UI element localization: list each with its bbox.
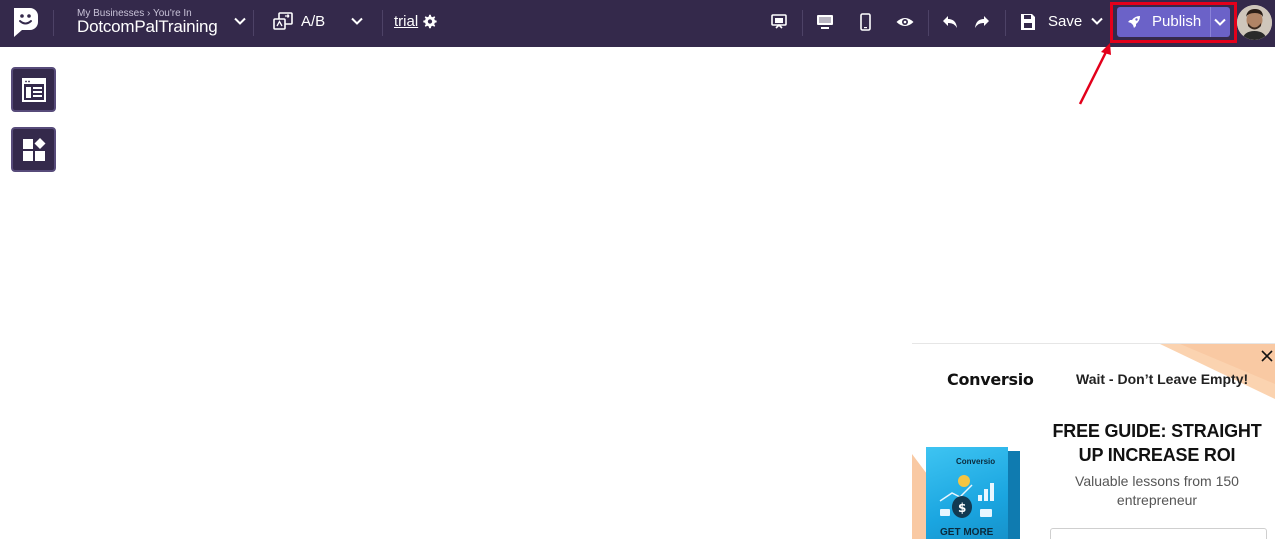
save-button[interactable]: Save [1048,13,1082,30]
desktop-icon[interactable] [814,11,836,33]
money-growth-icon: $ [939,475,994,518]
chevron-down-icon[interactable] [1213,15,1227,29]
page-name-link[interactable]: trial [394,13,418,30]
sections-tool-button[interactable] [11,67,56,112]
book-spine [1008,451,1020,539]
mobile-icon[interactable] [854,11,876,33]
blocks-widgets-icon [22,137,45,161]
elements-tool-button[interactable] [11,127,56,172]
chat-smile-logo-icon[interactable] [10,6,38,38]
chevron-down-icon[interactable] [1090,14,1104,28]
chevron-down-icon[interactable] [233,14,247,28]
exit-intent-popup: Conversio Wait - Don’t Leave Empty! FREE… [912,343,1275,539]
popup-subtext: Valuable lessons from 150 entrepreneur [1075,473,1239,508]
business-name[interactable]: DotcomPalTraining [77,17,218,37]
ebook-cover-image: Conversio $ GET MORE [926,447,1020,539]
chevron-down-icon[interactable] [350,14,364,28]
layout-section-icon [21,77,46,102]
annotation-arrow [1078,43,1111,105]
divider [1210,7,1211,37]
close-icon[interactable] [1260,349,1274,363]
gear-icon[interactable] [422,14,437,29]
divider [53,10,54,36]
divider [1005,10,1006,36]
screen-share-icon[interactable] [768,11,790,33]
ab-test-icon[interactable] [272,11,294,33]
popup-headline: FREE GUIDE: STRAIGHT UP INCREASE ROI [1052,421,1262,465]
rocket-icon [1128,16,1140,28]
popup-brand-logo: Conversio [947,370,1034,389]
save-floppy-icon[interactable] [1017,11,1039,33]
redo-icon[interactable] [971,11,993,33]
divider [382,10,383,36]
publish-label: Publish [1152,13,1202,30]
ab-test-label[interactable]: A/B [301,13,325,30]
divider [928,10,929,36]
popup-tagline: Wait - Don’t Leave Empty! [1076,371,1249,387]
avatar[interactable] [1237,5,1272,40]
eye-icon[interactable] [894,11,916,33]
book-cover: Conversio $ GET MORE [926,447,1008,539]
svg-text:$: $ [958,501,966,515]
undo-icon[interactable] [939,11,961,33]
publish-button[interactable]: Publish [1117,7,1230,37]
divider [802,10,803,36]
book-cta: GET MORE [940,527,994,538]
email-field[interactable] [1050,528,1267,539]
divider [253,10,254,36]
book-brand: Conversio [956,457,996,466]
